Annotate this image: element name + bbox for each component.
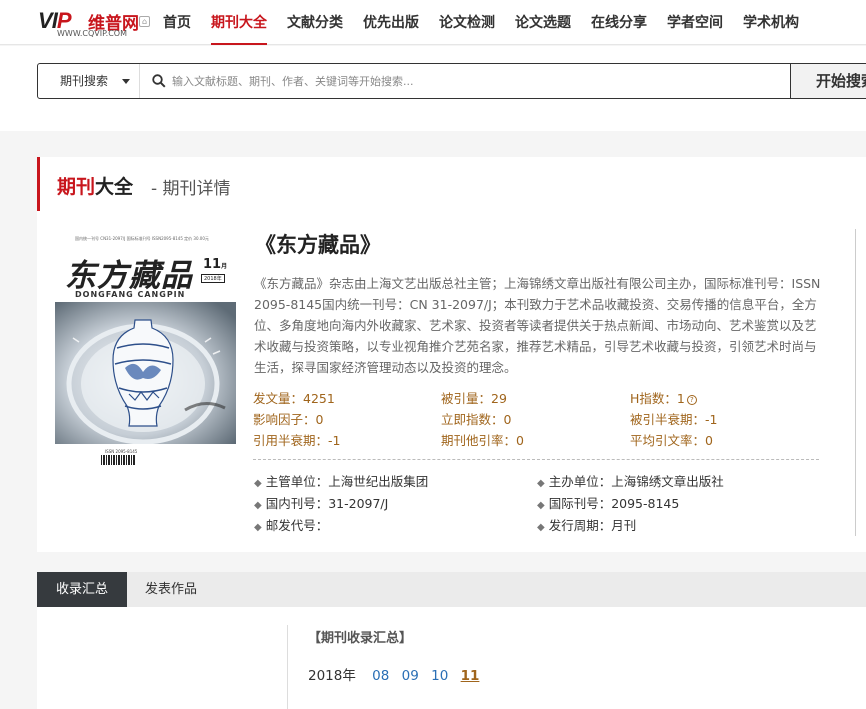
chevron-down-icon [122,79,130,84]
section-header: 期刊大全 - 期刊详情 [37,157,866,211]
stat-h-index: H指数：1? [630,388,697,407]
stat-citing-half-life: 引用半衰期：-1 [253,433,341,448]
diamond-bullet-icon: ◆ [537,522,545,533]
journal-title: 《东方藏品》 [255,232,381,257]
diamond-bullet-icon: ◆ [254,500,262,511]
stat-cited-half-life: 被引半衰期：-1 [630,412,718,427]
search-button[interactable]: 开始搜索 [790,63,866,99]
journal-description: 《东方藏品》杂志由上海文艺出版总社主管；上海锦绣文章出版社有限公司主办，国际标准… [254,276,821,375]
cover-issn: ISSN 2095-8145 [105,449,138,454]
search-band: 期刊搜索 开始搜索 [0,46,866,131]
search-icon [152,74,166,88]
issue-link-09[interactable]: 09 [402,668,419,684]
cover-barcode [101,455,135,465]
tab-inclusion-summary[interactable]: 收录汇总 [37,572,127,607]
stat-impact-factor: 影响因子：0 [253,412,324,427]
stat-article-count: 发文量：4251 [253,391,335,406]
divider [253,459,819,460]
search-type-select[interactable]: 期刊搜索 [38,64,140,98]
diamond-bullet-icon: ◆ [537,500,545,511]
home-icon[interactable]: ⌂ [139,16,150,27]
nav-item-topic-selection[interactable]: 论文选题 [505,0,581,45]
nav-item-institutions[interactable]: 学术机构 [733,0,809,45]
tab-published-works[interactable]: 发表作品 [133,572,209,607]
section-accent-bar [37,157,40,211]
meta-issn: ◆ 国际刊号：2095-8145 [537,496,680,511]
issue-link-08[interactable]: 08 [372,668,389,684]
cover-pinyin: DONGFANG CANGPIN [75,290,186,299]
inclusion-summary-panel: 【期刊收录汇总】 2018年 08 09 10 11 [37,607,866,709]
main-menu: 首页 期刊大全 文献分类 优先出版 论文检测 论文选题 在线分享 学者空间 学术… [153,0,809,45]
journal-detail-card: 期刊大全 - 期刊详情 国内统一刊号 CN31-2097/J 国际标准刊号 IS… [37,157,866,552]
logo-url: WWW.CQVIP.COM [57,29,127,38]
search-type-label: 期刊搜索 [60,74,109,88]
nav-item-scholar-space[interactable]: 学者空间 [657,0,733,45]
nav-item-home[interactable]: 首页 [153,0,201,45]
search-box: 期刊搜索 [37,63,797,99]
issue-link-10[interactable]: 10 [431,668,448,684]
nav-item-journals[interactable]: 期刊大全 [201,0,277,45]
meta-frequency: ◆ 发行周期：月刊 [537,518,637,533]
section-subtitle: - 期刊详情 [151,179,231,199]
nav-item-paper-check[interactable]: 论文检测 [429,0,505,45]
diamond-bullet-icon: ◆ [254,478,262,489]
summary-year: 2018年 [308,668,356,684]
stat-other-citation-rate: 期刊他引率：0 [441,433,524,448]
stat-citations: 被引量：29 [441,391,507,406]
tab-bar: 收录汇总 发表作品 [37,572,866,607]
cover-vase-illustration [55,302,236,444]
meta-sponsor: ◆ 主办单位：上海锦绣文章出版社 [537,474,724,489]
stat-avg-citation-rate: 平均引文率：0 [630,433,713,448]
nav-item-online-share[interactable]: 在线分享 [581,0,657,45]
top-navigation: VIP 维普网 WWW.CQVIP.COM ⌂ 首页 期刊大全 文献分类 优先出… [0,0,866,45]
meta-supervisor: ◆ 主管单位：上海世纪出版集团 [254,474,429,489]
section-title: 期刊大全 [57,176,134,198]
meta-domestic-number: ◆ 国内刊号：31-2097/J [254,496,389,511]
site-logo[interactable]: VIP 维普网 WWW.CQVIP.COM ⌂ [38,8,154,40]
nav-item-categories[interactable]: 文献分类 [277,0,353,45]
cover-masthead: 国内统一刊号 CN31-2097/J 国际标准刊号 ISSN2095-8145 … [75,236,209,241]
cover-title: 东方藏品 [65,258,193,294]
issue-link-11[interactable]: 11 [461,668,480,684]
help-icon[interactable]: ? [686,395,697,405]
year-issue-list: 2018年 08 09 10 11 [308,664,483,684]
journal-cover: 国内统一刊号 CN31-2097/J 国际标准刊号 ISSN2095-8145 … [55,232,236,472]
meta-postal-code: ◆ 邮发代号： [254,518,329,533]
cover-issue: 11月 [203,257,228,272]
stat-immediacy-index: 立即指数：0 [441,412,512,427]
diamond-bullet-icon: ◆ [537,478,545,489]
panel-divider [287,625,288,709]
summary-title: 【期刊收录汇总】 [308,631,413,646]
diamond-bullet-icon: ◆ [254,522,262,533]
card-edge-line [855,229,856,536]
nav-item-priority-publish[interactable]: 优先出版 [353,0,429,45]
search-input[interactable] [172,68,782,94]
cover-year: 2018年 [201,274,225,283]
